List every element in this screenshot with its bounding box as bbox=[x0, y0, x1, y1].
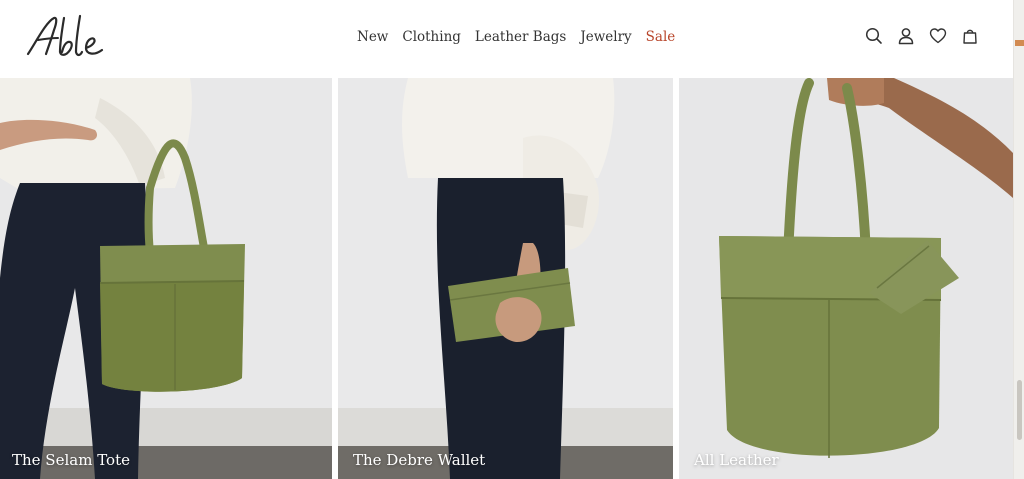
search-icon[interactable] bbox=[864, 26, 884, 46]
scrollbar-thumb[interactable] bbox=[1017, 380, 1022, 440]
wishlist-heart-icon[interactable] bbox=[928, 26, 948, 46]
product-tile-selam-tote[interactable]: The Selam Tote bbox=[0, 78, 332, 479]
nav-item-sale[interactable]: Sale bbox=[646, 29, 676, 45]
site-header: New Clothing Leather Bags Jewelry Sale bbox=[0, 0, 1013, 78]
able-logo[interactable] bbox=[24, 12, 114, 62]
nav-item-new[interactable]: New bbox=[357, 29, 388, 45]
nav-item-leather-bags[interactable]: Leather Bags bbox=[475, 29, 566, 45]
product-tile-debre-wallet[interactable]: The Debre Wallet bbox=[338, 78, 673, 479]
tile-label-selam-tote[interactable]: The Selam Tote bbox=[12, 451, 130, 469]
main-nav: New Clothing Leather Bags Jewelry Sale bbox=[357, 29, 675, 45]
header-icons bbox=[864, 26, 980, 46]
cart-bag-icon[interactable] bbox=[960, 26, 980, 46]
able-logo-mark bbox=[26, 14, 104, 57]
tile-label-all-leather[interactable]: All Leather bbox=[694, 451, 779, 469]
nav-item-clothing[interactable]: Clothing bbox=[402, 29, 461, 45]
all-leather-photo bbox=[679, 78, 1013, 479]
tile-label-debre-wallet[interactable]: The Debre Wallet bbox=[353, 451, 485, 469]
nav-item-jewelry[interactable]: Jewelry bbox=[580, 29, 631, 45]
side-accent bbox=[1015, 40, 1024, 46]
product-tile-all-leather[interactable]: All Leather bbox=[679, 78, 1013, 479]
debre-wallet-photo bbox=[338, 78, 673, 479]
page-scrollbar[interactable] bbox=[1013, 0, 1024, 479]
account-icon[interactable] bbox=[896, 26, 916, 46]
selam-tote-photo bbox=[0, 78, 332, 479]
